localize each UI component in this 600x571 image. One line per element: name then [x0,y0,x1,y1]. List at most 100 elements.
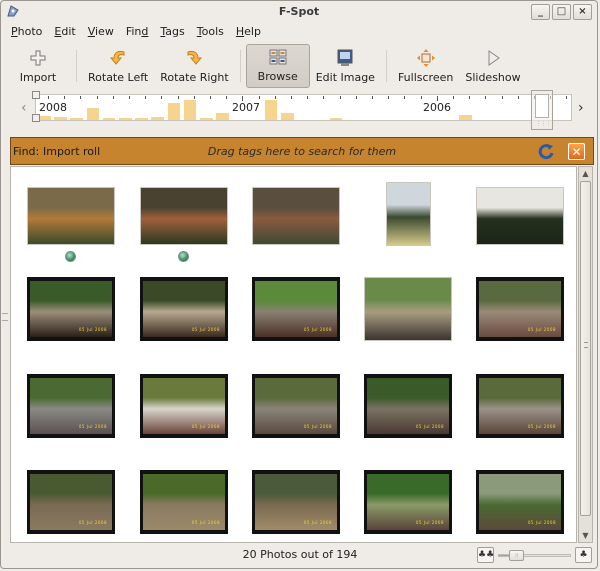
find-bar[interactable]: Find: Import roll Drag tags here to sear… [10,137,594,165]
browse-button[interactable]: Browse [245,44,310,88]
menu-find[interactable]: Find [120,24,155,42]
maximize-button[interactable]: □ [552,4,571,20]
mnemonic: P [11,25,18,38]
timeline-tick [80,96,82,99]
photo-thumbnail[interactable]: 05 Jul 2008 [140,470,228,534]
import-button[interactable]: Import [5,44,71,88]
timeline-bar [281,112,294,120]
photo-thumbnail[interactable]: 05 Jul 2008 [252,470,340,534]
timeline-histogram[interactable]: 2008 2007 2006 [35,94,572,121]
f-spot-window: F-Spot _ □ × Photo Edit View Find Tags T… [0,0,598,569]
timeline-tick [420,96,422,99]
rotate-left-button[interactable]: Rotate Left [82,44,154,88]
photo-date-stamp: 05 Jul 2008 [191,424,220,429]
timeline-tick [388,96,390,99]
timeline-tick [274,96,276,99]
zoom-slider-thumb[interactable]: ⦙⦙ [509,550,525,561]
timeline-range-end-handle[interactable] [32,114,40,122]
photo-thumbnail[interactable]: 05 Jul 2008 [27,470,115,534]
menu-view[interactable]: View [82,24,120,42]
timeline-prev-button[interactable]: ‹ [21,100,27,116]
timeline-tick [307,96,309,99]
close-button[interactable]: × [573,4,592,20]
photo-thumbnail[interactable]: 05 Jul 2008 [140,277,228,341]
timeline-tick [453,96,454,99]
photo-date-stamp: 05 Jul 2008 [415,520,444,525]
photo-icon-view[interactable]: 05 Jul 2008 05 Jul 2008 05 Jul 2008 05 Jul … [10,166,577,543]
timeline-tick [566,96,568,99]
fullscreen-button[interactable]: Fullscreen [392,44,459,88]
sidebar-pane-grip[interactable] [2,313,8,321]
photo-thumbnail[interactable]: 05 Jul 2008 [140,374,228,438]
timeline-tick [517,96,519,99]
photo-thumbnail[interactable] [140,187,228,245]
photo-thumbnail[interactable]: 05 Jul 2008 [252,277,340,341]
zoom-out-button[interactable]: ♣♣ [477,547,494,563]
zoom-in-button[interactable]: ♣ [575,547,592,563]
scroll-up-button[interactable]: ▲ [579,167,592,180]
photo-thumbnail[interactable]: 05 Jul 2008 [476,470,564,534]
title-bar[interactable]: F-Spot _ □ × [1,1,597,23]
photo-date-stamp: 05 Jul 2008 [303,520,332,525]
photo-thumbnail[interactable]: 05 Jul 2008 [27,374,115,438]
timeline-tick [323,96,325,99]
menu-tags[interactable]: Tags [154,24,190,42]
refresh-icon[interactable] [537,143,555,161]
timeline-tick [64,96,66,99]
photo-thumbnail[interactable]: 05 Jul 2008 [364,470,452,534]
timeline-tick [193,96,195,99]
timeline-bar [200,117,213,120]
timeline-glass-grip: ⋮⋮⋮ [536,121,551,127]
menu-edit[interactable]: Edit [48,24,81,42]
photo-thumbnail[interactable] [476,187,564,245]
edit-image-button[interactable]: Edit Image [310,44,381,88]
timeline-bar [264,100,278,120]
timeline-next-button[interactable]: › [578,100,584,116]
menu-tools[interactable]: Tools [191,24,230,42]
timeline-year-label: 2008 [39,101,67,114]
menu-help[interactable]: Help [230,24,267,42]
photo-thumbnail[interactable] [27,187,115,245]
edit-image-label: Edit Image [315,71,375,84]
photo-date-stamp: 05 Jul 2008 [191,327,220,332]
rotate-right-button[interactable]: Rotate Right [154,44,234,88]
find-drop-hint: Drag tags here to search for them [207,145,397,158]
timeline-tick [485,96,487,99]
geotag-globe-icon [178,251,189,262]
edit-image-icon [337,49,353,66]
slideshow-button[interactable]: Slideshow [459,44,526,88]
photo-thumbnail[interactable]: 05 Jul 2008 [476,374,564,438]
timeline-bar [459,114,472,120]
fullscreen-icon [416,49,435,67]
timeline-range-start-handle[interactable] [32,91,40,99]
timeline-bar [216,112,229,120]
photo-thumbnail[interactable]: 05 Jul 2008 [364,374,452,438]
timeline[interactable]: ‹ 2008 2007 2006 ⋮⋮⋮ › [5,90,595,132]
fullscreen-label: Fullscreen [397,71,454,84]
timeline-tick [291,96,292,99]
find-close-button[interactable]: ✕ [568,143,585,160]
photo-date-stamp: 05 Jul 2008 [303,327,332,332]
menu-label: ags [165,25,185,38]
scrollbar-thumb[interactable] [580,181,591,516]
timeline-year-label: 2006 [423,101,451,114]
timeline-tick [96,96,98,99]
photo-thumbnail[interactable]: 05 Jul 2008 [27,277,115,341]
timeline-bar [135,118,148,120]
scroll-down-button[interactable]: ▼ [579,529,592,542]
menu-photo[interactable]: Photo [5,24,48,42]
photo-thumbnail[interactable] [386,182,431,246]
photo-thumbnail[interactable] [252,187,340,245]
timeline-glass[interactable]: ⋮⋮⋮ [531,90,553,130]
toolbar-separator [239,50,241,82]
minimize-button[interactable]: _ [531,4,550,20]
vertical-scrollbar[interactable]: ▲ ▼ [578,166,593,543]
photo-thumbnail[interactable] [364,277,452,341]
timeline-tick [242,96,244,101]
timeline-bar [183,100,197,120]
photo-thumbnail[interactable]: 05 Jul 2008 [252,374,340,438]
photo-thumbnail[interactable]: 05 Jul 2008 [476,277,564,341]
browse-label: Browse [257,70,298,83]
timeline-tick [436,96,438,101]
mnemonic: V [87,25,95,38]
